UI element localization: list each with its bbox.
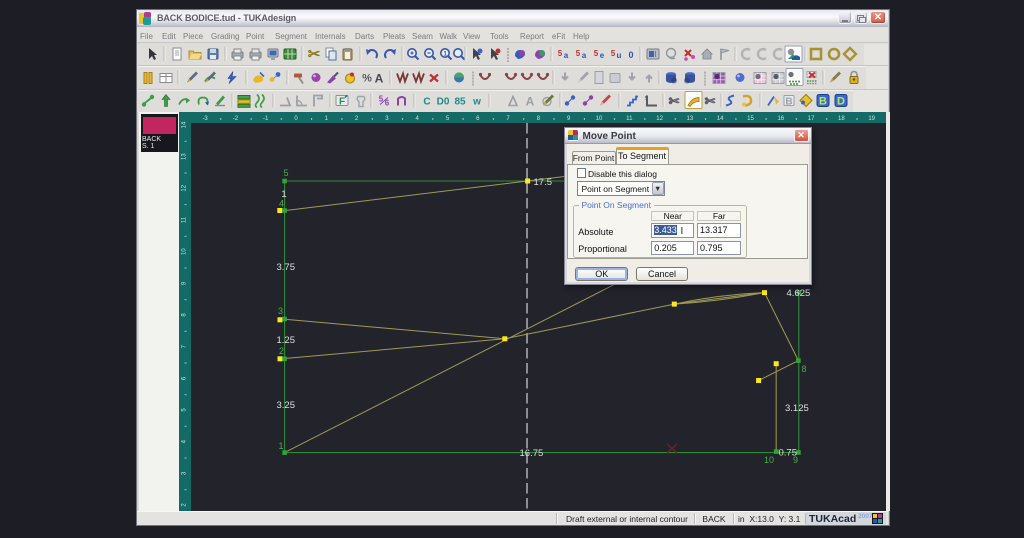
svg-text:16: 16 <box>777 116 784 122</box>
svg-text:8: 8 <box>537 116 541 122</box>
svg-text:3.25: 3.25 <box>277 400 296 411</box>
svg-text:14: 14 <box>182 121 188 128</box>
svg-text:3: 3 <box>385 116 389 122</box>
svg-text:1: 1 <box>278 441 283 451</box>
svg-text:-1: -1 <box>263 116 269 122</box>
svg-text:10: 10 <box>182 248 188 255</box>
svg-text:6: 6 <box>182 376 188 380</box>
svg-text:3.125: 3.125 <box>785 403 809 414</box>
svg-text:2: 2 <box>182 503 188 507</box>
svg-text:13: 13 <box>182 153 188 160</box>
svg-text:12: 12 <box>182 184 188 191</box>
svg-text:1: 1 <box>281 189 286 200</box>
svg-text:3: 3 <box>278 306 283 316</box>
svg-text:7: 7 <box>182 344 188 348</box>
svg-text:1.25: 1.25 <box>277 335 296 346</box>
svg-text:4: 4 <box>279 199 284 209</box>
svg-text:12: 12 <box>656 116 663 122</box>
svg-text:5: 5 <box>283 168 288 178</box>
svg-text:7: 7 <box>506 116 510 122</box>
svg-text:17: 17 <box>808 116 815 122</box>
svg-text:18: 18 <box>838 116 845 122</box>
svg-text:0: 0 <box>294 116 298 122</box>
svg-text:3: 3 <box>182 471 188 475</box>
svg-text:1: 1 <box>325 116 329 122</box>
svg-text:4: 4 <box>416 116 420 122</box>
svg-text:3.75: 3.75 <box>277 262 296 273</box>
svg-text:4: 4 <box>182 439 188 443</box>
svg-text:8: 8 <box>802 364 807 374</box>
svg-text:16.75: 16.75 <box>520 448 544 459</box>
svg-text:10: 10 <box>596 116 603 122</box>
svg-text:8: 8 <box>182 313 188 317</box>
svg-text:11: 11 <box>182 216 188 223</box>
svg-text:-2: -2 <box>233 116 239 122</box>
svg-text:9: 9 <box>182 281 188 285</box>
svg-text:11: 11 <box>626 116 633 122</box>
svg-text:0.75: 0.75 <box>779 448 798 459</box>
svg-text:6: 6 <box>476 116 480 122</box>
svg-text:2: 2 <box>355 116 359 122</box>
svg-text:-3: -3 <box>202 116 208 122</box>
svg-text:2: 2 <box>279 346 284 356</box>
svg-text:5: 5 <box>182 408 188 412</box>
svg-text:14: 14 <box>717 116 724 122</box>
svg-text:4.625: 4.625 <box>787 288 811 299</box>
svg-text:13: 13 <box>687 116 694 122</box>
svg-text:5: 5 <box>446 116 450 122</box>
svg-text:15: 15 <box>747 116 754 122</box>
svg-text:10: 10 <box>764 455 774 465</box>
svg-text:19: 19 <box>868 116 875 122</box>
svg-text:17.5: 17.5 <box>534 177 553 188</box>
svg-text:9: 9 <box>567 116 571 122</box>
